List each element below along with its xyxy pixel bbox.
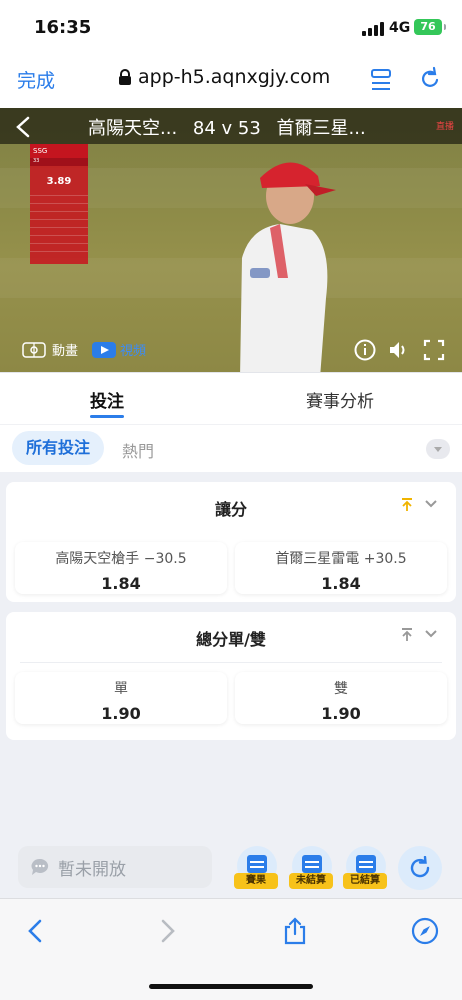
- live-badge: 直播: [435, 122, 454, 132]
- overlay-number: 33: [33, 158, 40, 164]
- address-bar[interactable]: app-h5.aqnxgjy.com: [118, 66, 330, 88]
- chevron-down-icon[interactable]: [424, 627, 438, 641]
- forward-icon[interactable]: [153, 917, 181, 945]
- bet-filter-bar: 所有投注 熱門: [0, 424, 462, 472]
- overlay-team: SSG: [30, 144, 88, 158]
- selection-name: 首爾三星雷電 +30.5: [275, 551, 407, 567]
- chat-bubble-icon: [31, 858, 49, 875]
- video-play-icon[interactable]: [92, 341, 117, 358]
- reload-icon[interactable]: [418, 66, 442, 92]
- animation-icon[interactable]: [22, 341, 46, 358]
- odds-button[interactable]: 單 1.90: [15, 672, 227, 724]
- done-button[interactable]: 完成: [17, 66, 55, 93]
- signal-icon: [362, 22, 384, 36]
- tab-betting[interactable]: 投注: [90, 387, 124, 418]
- odds-button[interactable]: 首爾三星雷電 +30.5 1.84: [235, 542, 447, 594]
- chat-input[interactable]: 暫未開放: [18, 846, 212, 888]
- status-time: 16:35: [34, 17, 92, 38]
- overlay-stat: 3.89: [46, 176, 72, 187]
- odds-value: 1.90: [321, 704, 361, 723]
- odds-button[interactable]: 高陽天空槍手 −30.5 1.84: [15, 542, 227, 594]
- unsettled-button[interactable]: 未結算: [289, 846, 333, 892]
- chevron-down-icon[interactable]: [426, 439, 450, 459]
- volume-icon[interactable]: [388, 339, 410, 361]
- battery-icon: 76: [414, 19, 446, 35]
- odds-button[interactable]: 雙 1.90: [235, 672, 447, 724]
- home-team-name: 高陽天空...: [88, 118, 178, 139]
- chat-placeholder: 暫未開放: [58, 859, 126, 880]
- filter-all-bets[interactable]: 所有投注: [12, 431, 105, 465]
- status-bar: 16:35 4G 76: [0, 0, 462, 52]
- back-icon[interactable]: [22, 917, 50, 945]
- share-icon[interactable]: [281, 917, 309, 945]
- lock-icon: [119, 69, 131, 85]
- odds-value: 1.90: [101, 704, 141, 723]
- results-button[interactable]: 賽果: [234, 846, 278, 892]
- settled-button[interactable]: 已結算: [343, 846, 387, 892]
- video-label[interactable]: 視頻: [120, 340, 146, 359]
- stream-mode-toggle: 動畫 視頻: [22, 340, 146, 359]
- market-card-handicap: 讓分 高陽天空槍手 −30.5 1.84 首爾三星雷電 +30.5 1.84: [6, 482, 456, 602]
- calendar-icon: [247, 855, 267, 873]
- home-indicator: [149, 984, 313, 989]
- match-score: 84 v 53: [192, 118, 261, 139]
- url-text: app-h5.aqnxgjy.com: [138, 66, 331, 88]
- tab-match-analysis[interactable]: 賽事分析: [306, 387, 374, 412]
- calendar-icon: [302, 855, 322, 873]
- divider: [20, 662, 442, 663]
- selection-name: 雙: [334, 681, 348, 697]
- main-tabs: 投注 賽事分析: [0, 372, 462, 424]
- network-label: 4G: [389, 20, 411, 36]
- selection-name: 高陽天空槍手 −30.5: [55, 551, 187, 567]
- fullscreen-icon[interactable]: [423, 339, 445, 361]
- away-team-name: 首爾三星...: [276, 118, 366, 139]
- selection-name: 單: [114, 681, 128, 697]
- player-image: [240, 162, 336, 372]
- odds-value: 1.84: [101, 574, 141, 593]
- filter-hot[interactable]: 熱門: [122, 438, 154, 462]
- pin-top-icon[interactable]: [400, 628, 414, 642]
- calendar-icon: [356, 855, 376, 873]
- info-icon[interactable]: [354, 339, 376, 361]
- compass-icon[interactable]: [411, 917, 439, 945]
- unsettled-label: 未結算: [289, 873, 333, 889]
- odds-value: 1.84: [321, 574, 361, 593]
- results-label: 賽果: [234, 873, 278, 889]
- match-title: 高陽天空... 84 v 53 首爾三星...: [88, 114, 376, 140]
- bottom-dock: 暫未開放 賽果 未結算 已結算: [0, 832, 462, 898]
- video-player[interactable]: 高陽天空... 84 v 53 首爾三星... 直播 SSG 33 3.89 動…: [0, 108, 462, 372]
- market-title: 讓分: [214, 500, 247, 519]
- chevron-down-icon[interactable]: [424, 497, 438, 511]
- market-title: 總分單/雙: [196, 630, 266, 649]
- tabs-icon[interactable]: [369, 66, 393, 92]
- animation-label[interactable]: 動畫: [52, 340, 78, 359]
- back-arrow-icon[interactable]: [14, 116, 32, 138]
- refresh-button[interactable]: [398, 846, 442, 890]
- market-card-odd-even: 總分單/雙 單 1.90 雙 1.90: [6, 612, 456, 740]
- settled-label: 已結算: [343, 873, 387, 889]
- browser-top-bar: 完成 app-h5.aqnxgjy.com: [0, 52, 462, 108]
- stat-overlay: SSG 33 3.89: [30, 144, 88, 264]
- refresh-icon: [410, 856, 430, 878]
- pin-top-icon[interactable]: [400, 498, 414, 512]
